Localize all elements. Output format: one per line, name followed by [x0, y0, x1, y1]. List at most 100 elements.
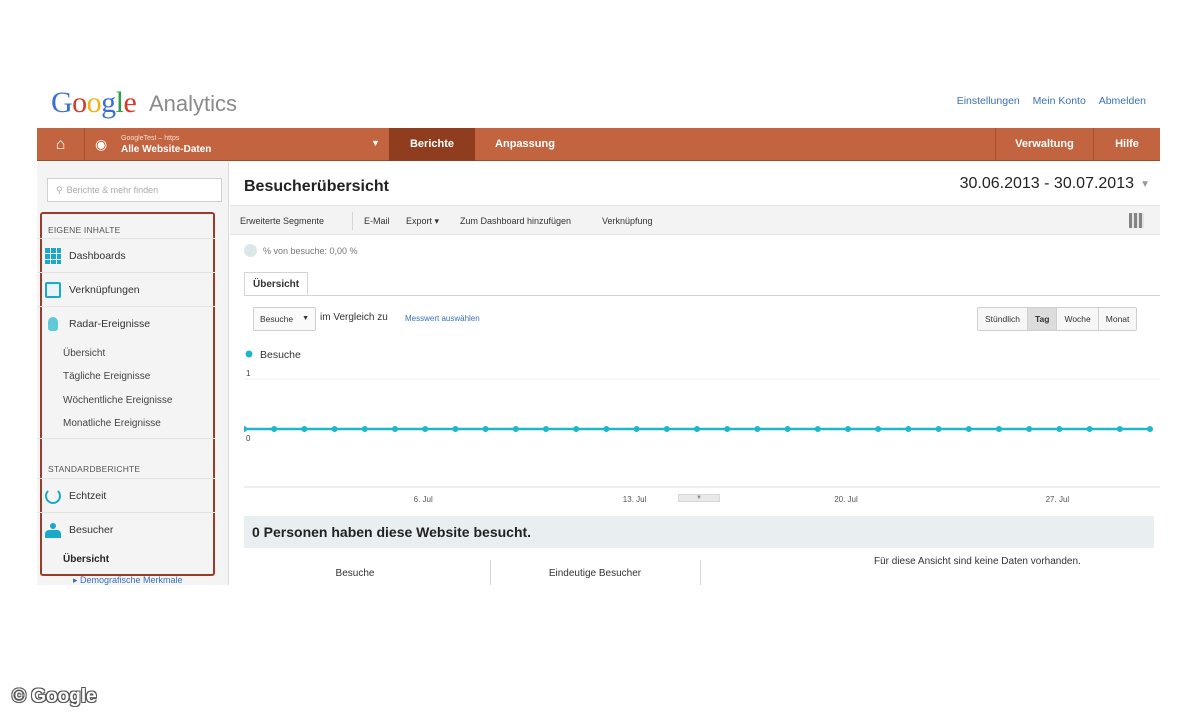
lightbulb-icon: [48, 316, 58, 331]
data-point: [1056, 426, 1063, 432]
data-point: [271, 426, 278, 432]
chevron-down-icon[interactable]: ▼: [371, 138, 380, 148]
data-point: [244, 426, 247, 432]
sidebar-subitem-overview[interactable]: Übersicht: [63, 348, 105, 359]
copyright-watermark: © Google: [12, 686, 97, 707]
sidebar-subitem-visitors-overview[interactable]: Übersicht: [63, 554, 109, 565]
realtime-icon: [45, 487, 61, 504]
link-my-account[interactable]: Mein Konto: [1033, 95, 1086, 107]
y-tick-label: 0: [246, 434, 251, 443]
email-button[interactable]: E-Mail: [364, 216, 390, 226]
x-tick-label: 13. Jul: [623, 495, 647, 504]
advanced-segments-button[interactable]: Erweiterte Segmente: [240, 216, 324, 226]
data-point: [361, 426, 368, 432]
sidebar-item-radar[interactable]: Radar-Ereignisse: [37, 306, 215, 340]
granularity-week[interactable]: Woche: [1057, 308, 1099, 330]
data-point: [754, 426, 761, 432]
sidebar-item-visitors[interactable]: Besucher: [37, 512, 215, 546]
qr-code-icon[interactable]: [1129, 213, 1144, 228]
add-to-dashboard-button[interactable]: Zum Dashboard hinzufügen: [460, 216, 571, 226]
metric-select[interactable]: Besuche ▼: [253, 307, 316, 331]
tab-admin[interactable]: Verwaltung: [995, 128, 1093, 161]
data-point: [663, 426, 670, 432]
logo-letter: g: [101, 86, 116, 119]
granularity-month[interactable]: Monat: [1099, 308, 1137, 330]
logo-letter: o: [72, 86, 87, 119]
tab-underline: [244, 295, 1160, 296]
data-point: [512, 426, 519, 432]
x-tick-label: 6. Jul: [414, 495, 433, 504]
sidebar-subitem-weekly[interactable]: Wöchentliche Ereignisse: [63, 395, 173, 406]
select-metric-link[interactable]: Messwert auswählen: [405, 314, 480, 323]
logo-product-name: Analytics: [149, 91, 238, 116]
tab-reports[interactable]: Berichte: [389, 128, 475, 161]
users-icon: [45, 522, 61, 538]
x-tick-label: 27. Jul: [1046, 495, 1070, 504]
segment-text: % von besuche: 0,00 %: [263, 245, 358, 256]
top-links: Einstellungen Mein Konto Abmelden: [947, 95, 1146, 107]
column-divider: [490, 560, 491, 585]
granularity-toggle: Stündlich Tag Woche Monat: [977, 307, 1138, 331]
data-point: [905, 426, 912, 432]
google-logo[interactable]: Google: [51, 86, 137, 120]
globe-icon: ◉: [95, 136, 108, 152]
tab-help[interactable]: Hilfe: [1093, 128, 1160, 161]
y-tick-label: 1: [246, 369, 251, 378]
chart-resize-handle[interactable]: ▼: [678, 494, 720, 502]
data-point: [845, 426, 851, 432]
tab-overview[interactable]: Übersicht: [244, 272, 308, 296]
main-content: Besucherübersicht 30.06.2013 - 30.07.201…: [230, 162, 1160, 585]
link-settings[interactable]: Einstellungen: [957, 95, 1020, 107]
home-icon[interactable]: ⌂: [37, 128, 85, 161]
sidebar-subitem-monthly[interactable]: Monatliche Ereignisse: [63, 418, 161, 429]
screenshot-stage: Google Analytics Einstellungen Mein Kont…: [0, 0, 1200, 720]
data-point: [724, 426, 731, 432]
shortcut-icon: [45, 281, 61, 298]
chevron-down-icon[interactable]: ▼: [1140, 179, 1150, 190]
data-point: [543, 426, 549, 432]
data-point: [633, 426, 640, 432]
date-range-picker[interactable]: 30.06.2013 - 30.07.2013: [960, 175, 1134, 193]
data-point: [422, 426, 429, 432]
export-button[interactable]: Export ▾: [406, 216, 439, 227]
top-header: Google Analytics Einstellungen Mein Kont…: [37, 80, 1160, 128]
data-point: [1086, 426, 1093, 432]
report-search-input[interactable]: ⚲ Berichte & mehr finden: [47, 178, 222, 202]
logo-letter: G: [51, 86, 73, 119]
section-standard-reports: STANDARDBERICHTE: [48, 464, 141, 474]
visits-line-chart: Besuche 1 0 6. Jul 13. Jul 20. Jul 27. Jul: [244, 349, 1160, 504]
data-point: [965, 426, 972, 432]
account-selector[interactable]: GoogleTest – https Alle Website-Daten: [121, 133, 211, 155]
granularity-hourly[interactable]: Stündlich: [978, 308, 1028, 330]
page-title: Besucherübersicht: [244, 178, 389, 195]
sidebar-item-shortcuts[interactable]: Verknüpfungen: [37, 272, 215, 306]
sidebar-subitem-demographics[interactable]: ▸ Demografische Merkmale: [73, 575, 183, 585]
sidebar-item-dashboards[interactable]: Dashboards: [37, 238, 215, 272]
metric-select-value: Besuche: [260, 314, 294, 324]
column-header-unique-visitors: Eindeutige Besucher: [548, 568, 642, 579]
sidebar-subitem-daily[interactable]: Tägliche Ereignisse: [63, 371, 150, 382]
data-point: [603, 426, 610, 432]
granularity-day[interactable]: Tag: [1027, 308, 1058, 330]
data-point: [935, 426, 942, 432]
logo-letter: o: [86, 86, 102, 119]
data-point: [392, 426, 398, 432]
shortcut-button[interactable]: Verknüpfung: [602, 216, 653, 226]
data-point: [694, 426, 700, 432]
data-point: [875, 426, 882, 432]
logo-letter: e: [123, 86, 137, 119]
logo-letter: l: [115, 86, 124, 119]
sidebar-item-label: Radar-Ereignisse: [69, 317, 151, 330]
link-logout[interactable]: Abmelden: [1099, 95, 1146, 107]
data-point: [1116, 426, 1123, 432]
no-data-message: Für diese Ansicht sind keine Daten vorha…: [874, 556, 1081, 567]
search-icon: ⚲: [56, 185, 63, 195]
segment-dot-icon: [244, 244, 257, 257]
sidebar-item-label: Dashboards: [69, 249, 126, 262]
analytics-app: Google Analytics Einstellungen Mein Kont…: [37, 80, 1160, 585]
tab-customization[interactable]: Anpassung: [477, 128, 573, 161]
sidebar-item-label: Besucher: [69, 523, 114, 536]
data-point: [1026, 426, 1033, 432]
sidebar-item-realtime[interactable]: Echtzeit: [37, 478, 215, 512]
dashboard-icon: [45, 247, 61, 264]
